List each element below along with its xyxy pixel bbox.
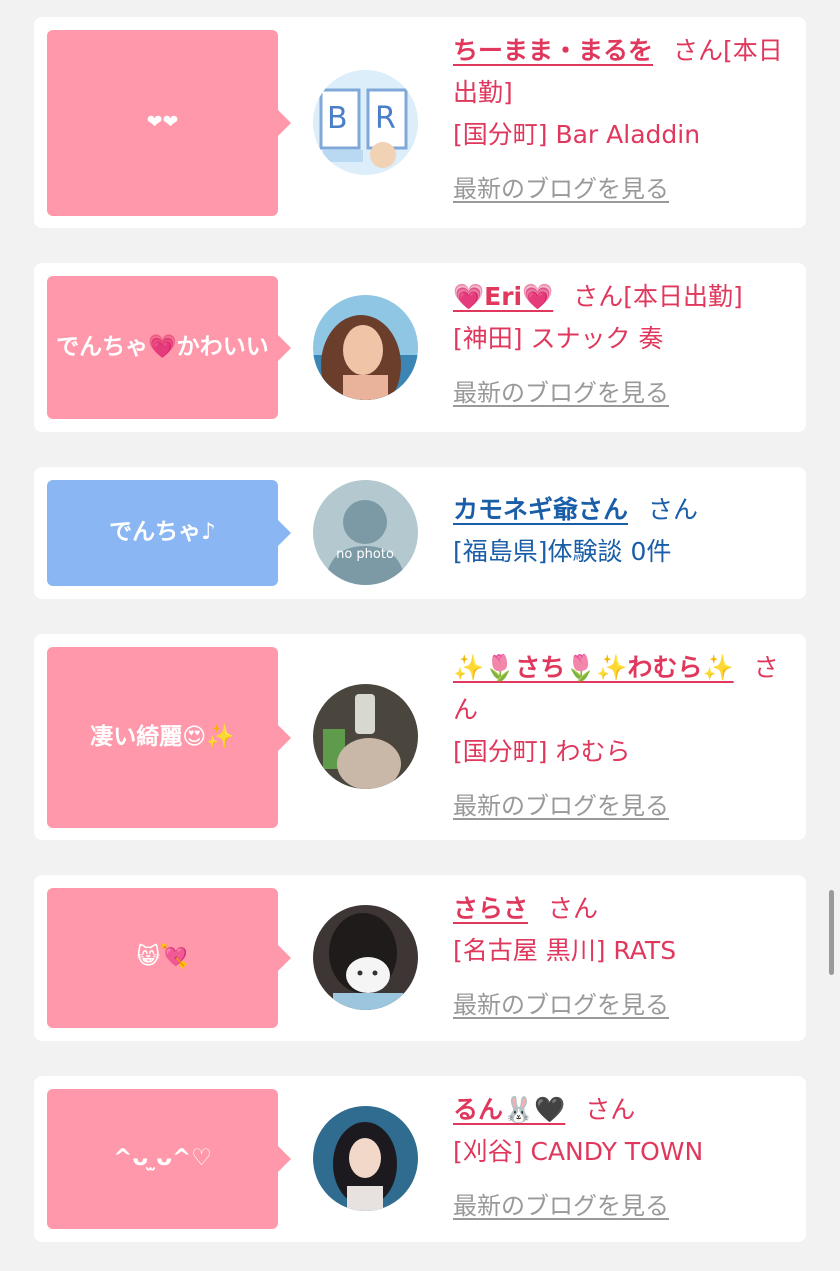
avatar[interactable] <box>313 905 418 1010</box>
comment-card: でんちゃ💗かわいい 💗Eri💗 さん[本日出勤] [神田] スナック 奏 最新のブ… <box>34 263 806 432</box>
avatar-placeholder-text: no photo <box>336 547 394 562</box>
honorific: さん <box>648 495 699 524</box>
honorific: さん <box>573 282 624 311</box>
comment-bubble: でんちゃ♪ <box>47 480 291 586</box>
comment-text: ^ᴗ ̫ᴗ^♡ <box>113 1145 212 1172</box>
member-info: さらさ さん [名古屋 黒川] RATS 最新のブログを見る <box>453 888 793 1026</box>
comment-bubble: ❤❤ <box>47 30 291 216</box>
comment-text: 凄い綺麗😍✨ <box>90 723 235 750</box>
avatar[interactable] <box>313 1106 418 1211</box>
member-name-link[interactable]: るん🐰🖤 <box>453 1095 565 1124</box>
member-info: カモネギ爺さん さん [福島県]体験談 0件 <box>453 489 793 573</box>
comment-text: ❤❤ <box>146 111 179 134</box>
latest-blog-link[interactable]: 最新のブログを見る <box>453 1185 669 1227</box>
latest-blog-link[interactable]: 最新のブログを見る <box>453 168 669 210</box>
comment-card: 凄い綺麗😍✨ ✨🌷さち🌷✨わむら✨ さん [国分町] わむら 最新のブログを見る <box>34 634 806 840</box>
latest-blog-link[interactable]: 最新のブログを見る <box>453 372 669 414</box>
comment-bubble: 😸💘 <box>47 888 291 1028</box>
comment-card: 😸💘 さらさ さん [名古屋 黒川] RATS 最新のブログを見る <box>34 875 806 1041</box>
member-info: るん🐰🖤 さん [刈谷] CANDY TOWN 最新のブログを見る <box>453 1089 793 1227</box>
location-text: [福島県]体験談 0件 <box>453 537 672 566</box>
comment-card: でんちゃ♪ no photo カモネギ爺さん さん [福島県]体験談 0件 <box>34 467 806 599</box>
latest-blog-link[interactable]: 最新のブログを見る <box>453 785 669 827</box>
comment-bubble: 凄い綺麗😍✨ <box>47 647 291 828</box>
location-text: [国分町] わむら <box>453 737 631 766</box>
scrollbar[interactable] <box>829 890 834 975</box>
location-text: [名古屋 黒川] RATS <box>453 936 677 965</box>
comment-text: 😸💘 <box>136 944 189 971</box>
comment-text: でんちゃ♪ <box>109 519 216 546</box>
member-name-link[interactable]: ちーまま・まるを <box>453 36 653 65</box>
member-name-link[interactable]: さらさ <box>453 894 528 923</box>
svg-text:R: R <box>375 101 396 136</box>
avatar[interactable]: no photo <box>313 480 418 585</box>
svg-text:B: B <box>327 101 348 136</box>
avatar[interactable] <box>313 295 418 400</box>
avatar[interactable]: B R <box>313 70 418 175</box>
location-text: [神田] スナック 奏 <box>453 324 664 353</box>
member-info: 💗Eri💗 さん[本日出勤] [神田] スナック 奏 最新のブログを見る <box>453 276 793 414</box>
member-info: ちーまま・まるを さん[本日出勤] [国分町] Bar Aladdin 最新のブロ… <box>453 30 793 210</box>
honorific: さん <box>673 36 724 65</box>
location-text: [国分町] Bar Aladdin <box>453 120 701 149</box>
member-name-link[interactable]: カモネギ爺さん <box>453 495 628 524</box>
member-name-link[interactable]: 💗Eri💗 <box>453 282 553 311</box>
comment-card: ^ᴗ ̫ᴗ^♡ るん🐰🖤 さん [刈谷] CANDY TOWN 最新のブログを見る <box>34 1076 806 1242</box>
honorific: さん <box>585 1095 636 1124</box>
comment-text: でんちゃ💗かわいい <box>56 333 269 360</box>
comment-bubble: ^ᴗ ̫ᴗ^♡ <box>47 1089 291 1229</box>
honorific: さん <box>548 894 599 923</box>
member-name-link[interactable]: ✨🌷さち🌷✨わむら✨ <box>453 653 734 682</box>
latest-blog-link[interactable]: 最新のブログを見る <box>453 984 669 1026</box>
status-text: [本日出勤] <box>623 282 743 311</box>
member-info: ✨🌷さち🌷✨わむら✨ さん [国分町] わむら 最新のブログを見る <box>453 647 793 827</box>
avatar[interactable] <box>313 684 418 789</box>
location-text: [刈谷] CANDY TOWN <box>453 1137 704 1166</box>
comment-bubble: でんちゃ💗かわいい <box>47 276 291 419</box>
comment-card: ❤❤ B R ちーまま・まるを さん[本日出勤] [国分町] Bar Aladdi… <box>34 17 806 228</box>
